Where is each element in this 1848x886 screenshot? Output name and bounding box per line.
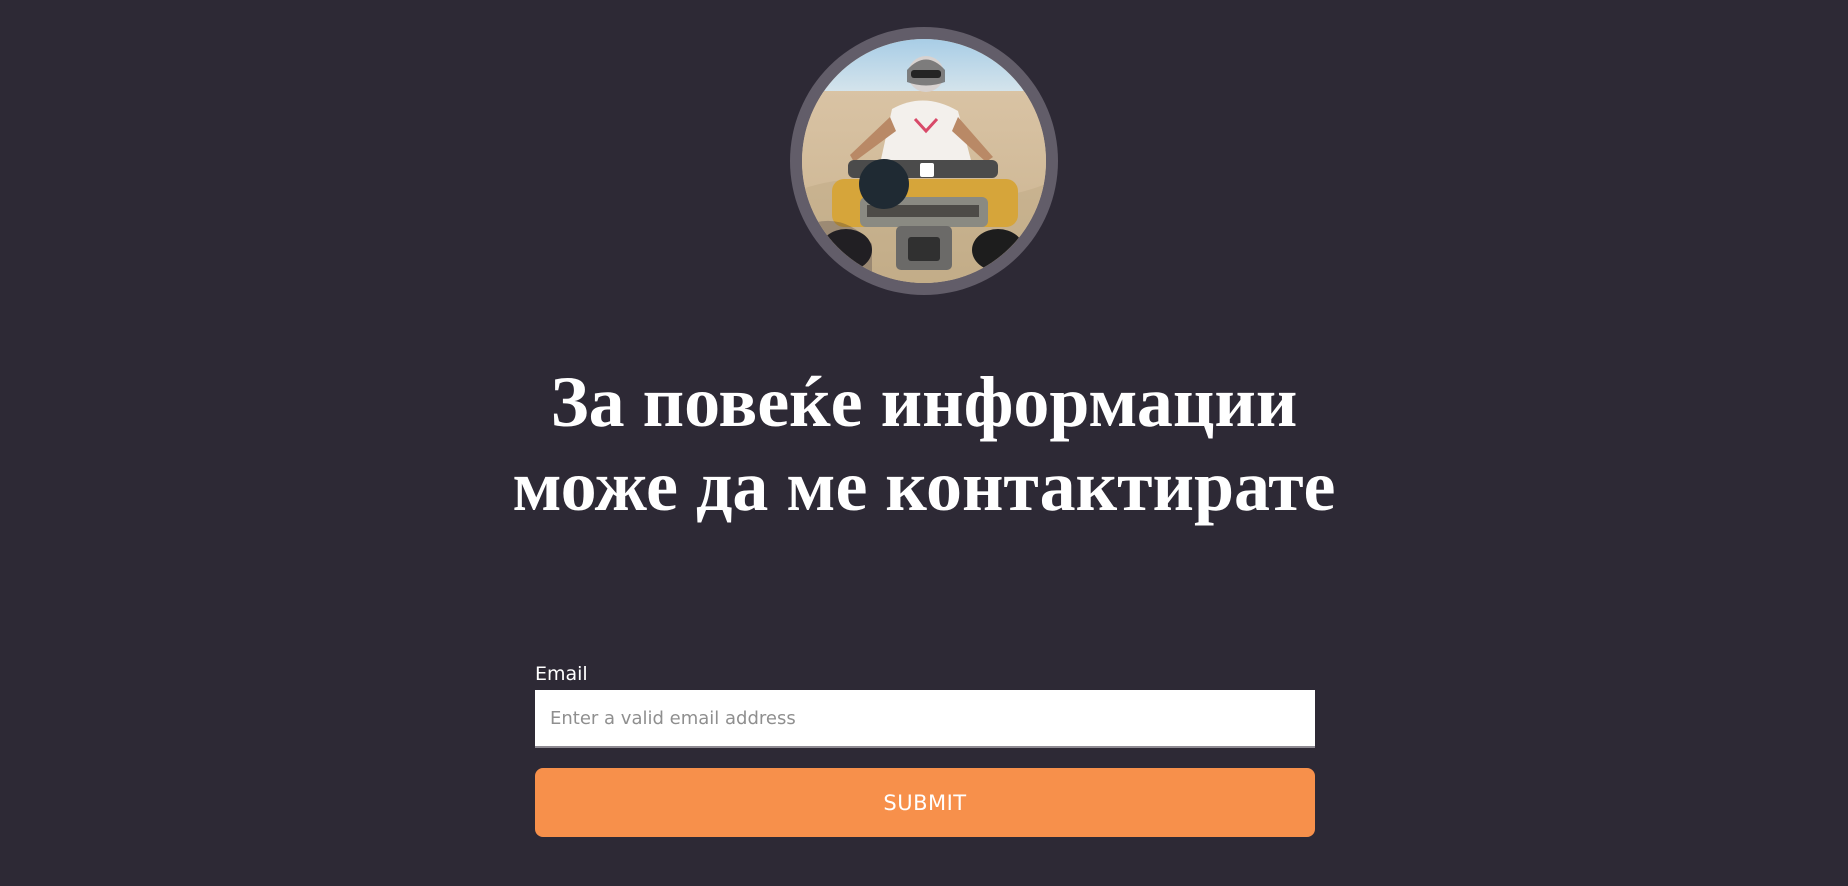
submit-button[interactable]: SUBMIT [535,768,1315,837]
email-field[interactable] [535,690,1315,748]
avatar-frame [790,27,1058,295]
contact-form: Email SUBMIT [535,660,1315,837]
avatar [802,39,1046,283]
avatar-photo [802,39,1046,283]
email-label: Email [535,663,588,685]
page-title-line-2: може да ме контактирате [512,446,1336,526]
page-title: За повеќе информации може да ме контакти… [430,360,1418,528]
page-title-line-1: За повеќе информации [550,362,1298,442]
